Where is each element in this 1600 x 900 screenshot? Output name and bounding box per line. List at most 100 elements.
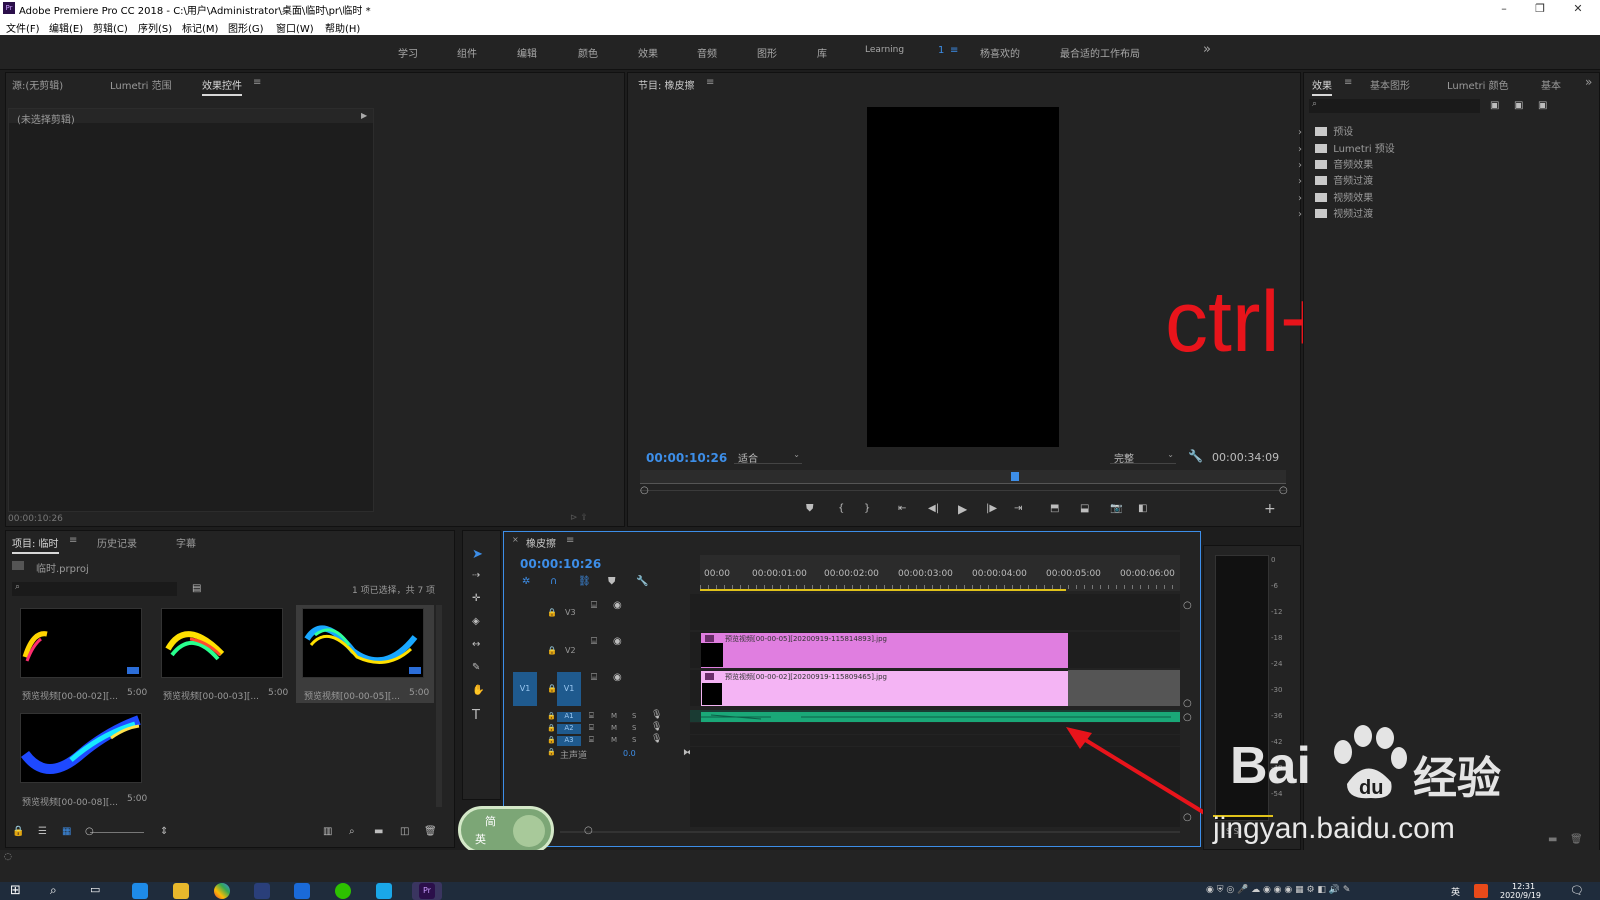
delete-icon[interactable]: 🗑 — [1570, 834, 1583, 845]
mark-out-icon[interactable]: } — [864, 503, 870, 514]
sync-lock-icon[interactable]: ⌸ — [591, 600, 597, 611]
sync-lock-icon[interactable]: ⌸ — [589, 711, 594, 721]
lock-icon[interactable]: 🔒 — [547, 646, 557, 655]
tab-history[interactable]: 历史记录 — [97, 535, 137, 550]
automate-icon[interactable]: ▥ — [323, 826, 332, 837]
media-thumbnail[interactable] — [20, 608, 142, 678]
file-explorer-icon[interactable] — [173, 883, 189, 899]
hand-tool-icon[interactable]: ✋ — [472, 685, 484, 696]
eye-icon[interactable]: ◉ — [613, 672, 622, 683]
workspace-tab-libraries[interactable]: 库 — [817, 45, 827, 60]
workspace-tab-editing[interactable]: 编辑 — [517, 45, 537, 60]
lock-icon[interactable]: 🔒 — [547, 608, 557, 617]
wrench-icon[interactable]: 🔧 — [1188, 449, 1203, 463]
media-thumbnail[interactable] — [161, 608, 283, 678]
timeline-horizontal-scroll[interactable]: ○ — [560, 825, 1180, 836]
solo-button[interactable]: S — [632, 736, 636, 744]
filter-icon[interactable]: ⊳ ⇪ — [570, 513, 588, 523]
icon-view-icon[interactable]: ▦ — [62, 826, 71, 837]
track-label-a1[interactable]: A1 — [557, 712, 581, 722]
media-thumbnail[interactable] — [302, 608, 424, 678]
timeline-timecode[interactable]: 00:00:10:26 — [520, 557, 601, 571]
program-playhead[interactable] — [1011, 472, 1019, 481]
new-bin-icon[interactable]: ▬ — [1548, 834, 1557, 845]
menu-graphics[interactable]: 图形(G) — [228, 20, 264, 35]
workspace-menu-icon[interactable]: ≡ — [950, 45, 958, 56]
input-language[interactable]: 英 — [1451, 885, 1460, 898]
workspace-tab-audio[interactable]: 音频 — [697, 45, 717, 60]
menu-edit[interactable]: 编辑(E) — [49, 20, 83, 35]
tab-essential[interactable]: 基本 — [1541, 77, 1561, 92]
add-marker-icon[interactable]: ⛊ — [806, 503, 814, 514]
program-time-ruler[interactable] — [640, 470, 1286, 484]
add-button-icon[interactable]: + — [1264, 501, 1276, 517]
zoom-right-handle-icon[interactable]: ○ — [1279, 485, 1288, 496]
program-title[interactable]: 节目: 橡皮擦 — [638, 77, 695, 94]
workspace-tab-1[interactable]: 1 — [938, 45, 944, 56]
track-v3[interactable] — [690, 594, 1180, 630]
razor-tool-icon[interactable]: ◈ — [472, 616, 480, 627]
selection-tool-icon[interactable]: ➤ — [472, 547, 483, 562]
go-to-out-icon[interactable]: ⇥ — [1014, 503, 1022, 514]
snap-icon[interactable]: ∩ — [550, 576, 557, 587]
accelerated-effects-icon[interactable]: ▣ — [1490, 100, 1499, 111]
extract-icon[interactable]: ⬓ — [1080, 503, 1089, 514]
workspace-tab-best-layout[interactable]: 最合适的工作布局 — [1060, 45, 1140, 60]
more-workspaces-icon[interactable]: » — [1203, 42, 1211, 57]
go-to-in-icon[interactable]: ⇤ — [898, 503, 906, 514]
mute-button[interactable]: M — [611, 736, 617, 744]
lock-icon[interactable]: 🔒 — [547, 712, 556, 720]
new-bin-icon[interactable]: ▬ — [374, 826, 383, 837]
ime-widget[interactable]: 简 英 — [458, 806, 554, 854]
comparison-view-icon[interactable]: ◧ — [1138, 503, 1147, 514]
sync-lock-icon[interactable]: ⌸ — [589, 735, 594, 745]
workspace-tab-effects[interactable]: 效果 — [638, 45, 658, 60]
tab-lumetri-color[interactable]: Lumetri 颜色 — [1447, 77, 1509, 92]
step-forward-icon[interactable]: |▶ — [986, 503, 997, 514]
pen-tool-icon[interactable]: ✎ — [472, 662, 480, 673]
track-label-a2[interactable]: A2 — [557, 724, 581, 734]
zoom-slider-handle-icon[interactable]: ○ — [85, 826, 94, 837]
clock-time[interactable]: 12:31 — [1512, 882, 1535, 891]
track-label-a3[interactable]: A3 — [557, 736, 581, 746]
quality-dropdown[interactable]: 完整 ⌄ — [1110, 450, 1176, 465]
work-area-bar[interactable] — [700, 589, 1066, 591]
mute-button[interactable]: M — [611, 724, 617, 732]
timeline-settings-icon[interactable]: 🔧 — [636, 576, 648, 587]
tab-captions[interactable]: 字幕 — [176, 535, 196, 550]
task-view-icon[interactable]: ▭ — [90, 883, 106, 899]
workspace-tab-color[interactable]: 颜色 — [578, 45, 598, 60]
sogou-icon[interactable] — [1474, 884, 1488, 898]
zoom-slider[interactable] — [90, 832, 144, 833]
tab-effects[interactable]: 效果 — [1312, 77, 1332, 96]
32bit-effects-icon[interactable]: ▣ — [1514, 100, 1523, 111]
lock-icon[interactable]: 🔒 — [547, 684, 557, 693]
workspace-tab-favorite[interactable]: 杨喜欢的 — [980, 45, 1020, 60]
type-tool-icon[interactable]: T — [472, 708, 480, 723]
menu-window[interactable]: 窗口(W) — [276, 20, 314, 35]
expand-arrow-icon[interactable]: ▶ — [361, 111, 367, 120]
tab-project[interactable]: 项目: 临时 — [12, 535, 59, 554]
lock-icon[interactable]: 🔒 — [547, 748, 556, 756]
menu-sequence[interactable]: 序列(S) — [138, 20, 172, 35]
find-icon[interactable]: ⌕ — [349, 826, 355, 837]
mute-button[interactable]: M — [611, 712, 617, 720]
workspace-tab-assembly[interactable]: 组件 — [457, 45, 477, 60]
folder-lumetri-presets[interactable]: › Lumetri 预设 — [1298, 140, 1395, 155]
program-video-frame[interactable] — [867, 107, 1059, 447]
zoom-left-handle-icon[interactable]: ○ — [640, 485, 649, 496]
timeline-ruler[interactable]: 00:00 00:00:01:00 00:00:02:00 00:00:03:0… — [700, 555, 1180, 591]
sort-icon[interactable]: ⇕ — [160, 826, 168, 837]
folder-presets[interactable]: › 预设 — [1298, 123, 1353, 138]
folder-audio-transitions[interactable]: › 音频过渡 — [1298, 172, 1373, 187]
track-label-v1[interactable]: V1 — [557, 672, 581, 706]
effects-search-input[interactable]: ⌕ — [1309, 99, 1480, 113]
sync-lock-icon[interactable]: ⌸ — [589, 723, 594, 733]
tray-icons[interactable]: ◉ ⛨ ◎ 🎤 ☁ ◉ ◉ ◉ ▦ ⚙ ◧ 🔊 ✎ — [1206, 885, 1350, 895]
tab-source[interactable]: 源:(无剪辑) — [12, 77, 63, 92]
list-view-icon[interactable]: ☰ — [38, 826, 47, 837]
effects-menu-icon[interactable]: ≡ — [1344, 77, 1352, 88]
timeline-menu-icon[interactable]: ≡ — [566, 535, 574, 546]
clock-date[interactable]: 2020/9/19 — [1500, 891, 1541, 900]
sync-lock-icon[interactable]: ⌸ — [591, 636, 597, 647]
